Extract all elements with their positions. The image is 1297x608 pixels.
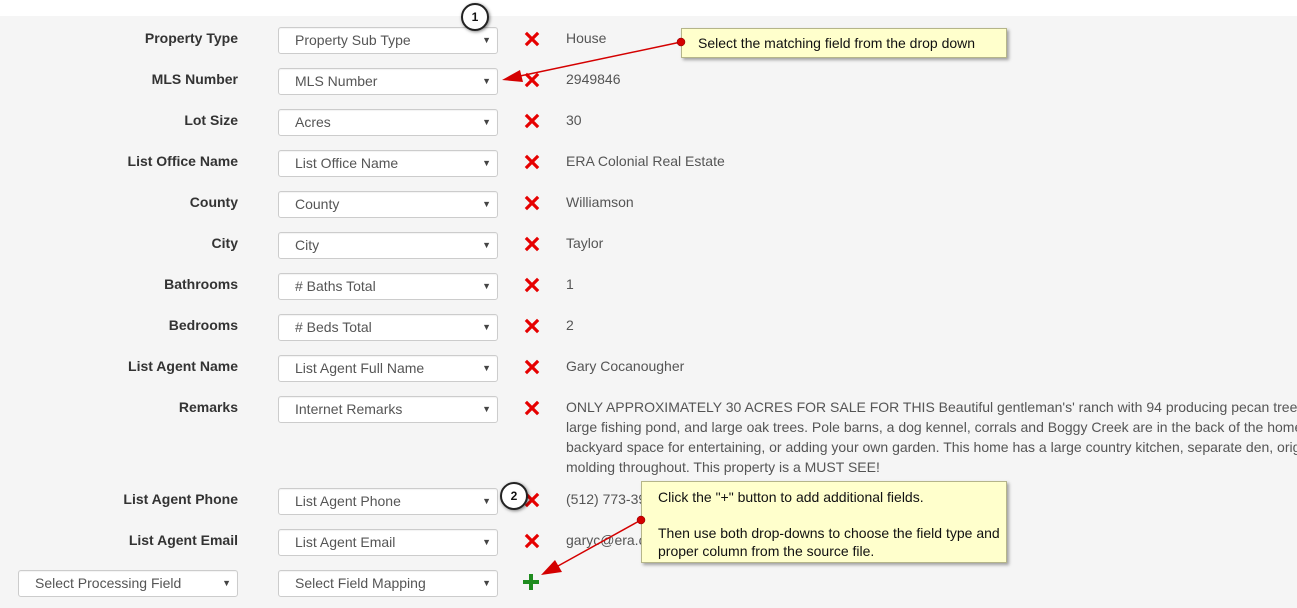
field-label: Remarks <box>178 399 238 415</box>
field-label: Property Type <box>144 30 238 46</box>
select-text: # Baths Total <box>295 278 376 294</box>
field-mapping-select[interactable]: City ▼ <box>278 232 498 259</box>
field-label: Bedrooms <box>168 317 238 333</box>
delete-icon[interactable] <box>522 316 542 336</box>
field-mapping-select[interactable]: List Agent Email ▼ <box>278 529 498 556</box>
field-mapping-select[interactable]: Internet Remarks ▼ <box>278 396 498 423</box>
field-mapping-select[interactable]: MLS Number ▼ <box>278 68 498 95</box>
field-value: 30 <box>566 112 582 128</box>
delete-icon[interactable] <box>522 357 542 377</box>
top-strip <box>0 0 1297 16</box>
delete-icon[interactable] <box>522 398 542 418</box>
select-text: List Agent Phone <box>295 493 401 509</box>
caret-down-icon: ▼ <box>482 363 491 373</box>
field-mapping-select[interactable]: Select Field Mapping ▼ <box>278 570 498 597</box>
caret-down-icon: ▼ <box>482 35 491 45</box>
field-value: ERA Colonial Real Estate <box>566 153 725 169</box>
field-label: Bathrooms <box>164 276 238 292</box>
select-text: List Agent Email <box>295 534 396 550</box>
field-value: Gary Cocanougher <box>566 358 685 374</box>
field-value: ONLY APPROXIMATELY 30 ACRES FOR SALE FOR… <box>566 399 1297 475</box>
field-label: Lot Size <box>184 112 238 128</box>
select-text: Property Sub Type <box>295 32 411 48</box>
select-text: # Beds Total <box>295 319 372 335</box>
select-text: MLS Number <box>295 73 378 89</box>
caret-down-icon: ▼ <box>482 158 491 168</box>
caret-down-icon: ▼ <box>482 496 491 506</box>
delete-icon[interactable] <box>522 152 542 172</box>
select-text: Select Processing Field <box>35 575 182 591</box>
field-mapping-select[interactable]: List Office Name ▼ <box>278 150 498 177</box>
select-text: County <box>295 196 340 212</box>
select-text: List Office Name <box>295 155 399 171</box>
field-value: House <box>566 30 607 46</box>
caret-down-icon: ▼ <box>482 240 491 250</box>
field-value: Williamson <box>566 194 634 210</box>
step-badge-1: 1 <box>461 3 489 31</box>
field-label: List Office Name <box>127 153 238 169</box>
field-label: List Agent Name <box>128 358 238 374</box>
field-mapping-select[interactable]: List Agent Phone ▼ <box>278 488 498 515</box>
select-text: City <box>295 237 320 253</box>
delete-icon[interactable] <box>522 111 542 131</box>
field-label: List Agent Email <box>128 532 238 548</box>
processing-field-select[interactable]: Select Processing Field ▼ <box>18 570 238 597</box>
field-value: 2 <box>566 317 574 333</box>
callout-text: Select the matching field from the drop … <box>698 35 976 51</box>
caret-down-icon: ▼ <box>482 117 491 127</box>
caret-down-icon: ▼ <box>482 199 491 209</box>
delete-icon[interactable] <box>522 193 542 213</box>
field-mapping-select[interactable]: # Beds Total ▼ <box>278 314 498 341</box>
field-value: 2949846 <box>566 71 621 87</box>
add-field-button[interactable] <box>520 571 542 593</box>
field-value: Taylor <box>566 235 604 251</box>
caret-down-icon: ▼ <box>482 404 491 414</box>
caret-down-icon: ▼ <box>482 281 491 291</box>
field-mapping-select[interactable]: Property Sub Type ▼ <box>278 27 498 54</box>
select-text: Acres <box>295 114 331 130</box>
step-badge-2: 2 <box>500 482 528 510</box>
select-text: Internet Remarks <box>295 401 403 417</box>
field-label: MLS Number <box>151 71 238 87</box>
caret-down-icon: ▼ <box>482 76 491 86</box>
callout-select-field: Select the matching field from the drop … <box>681 28 1007 58</box>
field-mapping-select[interactable]: List Agent Full Name ▼ <box>278 355 498 382</box>
field-label: List Agent Phone <box>123 491 238 507</box>
delete-icon[interactable] <box>522 70 542 90</box>
field-mapping-select[interactable]: County ▼ <box>278 191 498 218</box>
callout-add-fields: Click the "+" button to add additional f… <box>641 481 1007 563</box>
field-label: County <box>189 194 238 210</box>
caret-down-icon: ▼ <box>482 537 491 547</box>
caret-down-icon: ▼ <box>482 322 491 332</box>
select-text: List Agent Full Name <box>295 360 425 376</box>
select-text: Select Field Mapping <box>295 575 426 591</box>
caret-down-icon: ▼ <box>482 578 491 588</box>
delete-icon[interactable] <box>522 234 542 254</box>
callout-text-line2: Then use both drop-downs to choose the f… <box>658 525 1000 559</box>
delete-icon[interactable] <box>522 275 542 295</box>
field-value: 1 <box>566 276 574 292</box>
field-label: City <box>211 235 238 251</box>
delete-icon[interactable] <box>522 29 542 49</box>
field-mapping-select[interactable]: Acres ▼ <box>278 109 498 136</box>
caret-down-icon: ▼ <box>222 578 231 588</box>
field-value: garyc@era.c <box>566 532 646 548</box>
field-value: (512) 773-39 <box>566 491 647 507</box>
delete-icon[interactable] <box>522 531 542 551</box>
callout-text-line1: Click the "+" button to add additional f… <box>658 489 924 505</box>
field-mapping-select[interactable]: # Baths Total ▼ <box>278 273 498 300</box>
